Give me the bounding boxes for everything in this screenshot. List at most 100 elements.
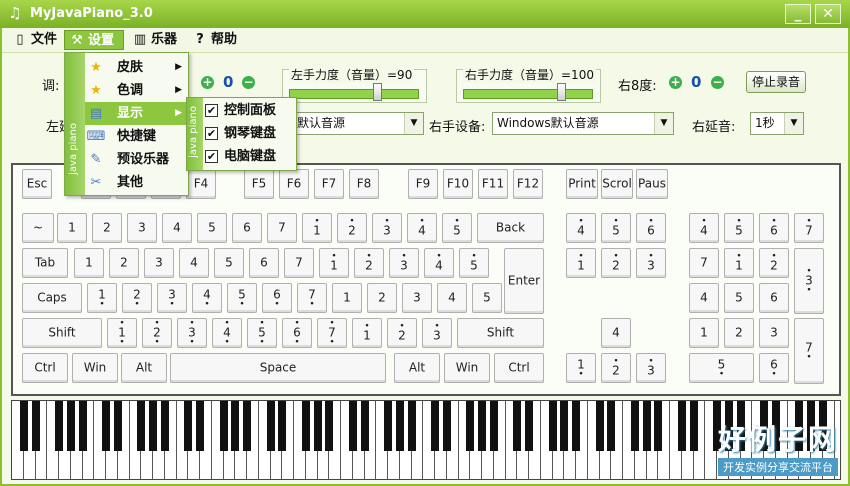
key-note[interactable]: • 2 [354,248,384,278]
key-esc[interactable]: Esc [22,169,52,199]
menu-help[interactable]: ? 帮助 [188,30,241,50]
key-nav[interactable]: • 4 [566,213,596,243]
piano-black-key[interactable] [478,401,486,451]
display-submenu-item-1[interactable]: ✔ 钢琴键盘 [205,122,295,145]
key-f12[interactable]: F12 [513,169,543,199]
settings-menu-item-0[interactable]: ★ 皮肤 ▶ [85,56,186,79]
key-paus[interactable]: Paus [636,169,668,199]
checkbox-icon[interactable]: ✔ [205,127,218,140]
key-numpad[interactable]: 5 • [689,353,754,383]
key-note[interactable]: 4 [437,283,467,313]
tune-minus-button[interactable]: − [242,76,255,89]
piano-black-key[interactable] [184,401,193,451]
piano-black-key[interactable] [489,401,498,451]
key-note[interactable]: • 5 • [247,318,277,348]
key-nav[interactable]: • 2 [601,248,631,278]
key-note[interactable]: 3 [127,213,157,243]
piano-black-key[interactable] [442,401,451,451]
checkbox-icon[interactable]: ✔ [205,150,218,163]
key-note[interactable]: 1 [332,283,362,313]
key-caps[interactable]: Caps [22,283,82,313]
key-note[interactable]: • 4 • [212,318,242,348]
piano-black-key[interactable] [348,401,357,451]
key-note[interactable]: 2 [92,213,122,243]
key-numpad[interactable]: 5 [724,283,754,313]
key-note[interactable]: 1 [57,213,87,243]
piano-black-key[interactable] [595,401,604,451]
key-nav[interactable]: • 2 [601,353,631,383]
key-numpad[interactable]: • 5 [724,213,754,243]
key-note[interactable]: 4 [179,248,209,278]
key-print[interactable]: Print [566,169,598,199]
piano-black-key[interactable] [55,401,63,451]
key-enter[interactable]: Enter [504,248,544,314]
key-f4[interactable]: F4 [186,169,216,199]
piano-black-key[interactable] [160,401,169,451]
key-nav[interactable]: • 5 [601,213,631,243]
right-force-thumb[interactable] [557,83,566,101]
key-back[interactable]: Back [477,213,544,243]
key-numpad[interactable]: • 6 [759,213,789,243]
stop-record-button[interactable]: 停止录音 [746,71,806,93]
key-numpad[interactable]: • 1 [724,248,754,278]
key-note[interactable]: • 5 [442,213,472,243]
piano-black-key[interactable] [513,401,522,451]
piano-black-key[interactable] [630,401,639,451]
key-note[interactable]: 6 [249,248,279,278]
key-note[interactable]: • 6 • [282,318,312,348]
key-note[interactable]: 6 [232,213,262,243]
key-note[interactable]: 7 [267,213,297,243]
key-note[interactable]: 4 [162,213,192,243]
key-note[interactable]: 1 • [87,283,117,313]
key-f7[interactable]: F7 [314,169,344,199]
piano-black-key[interactable] [407,401,416,451]
close-button[interactable]: ✕ [815,4,841,24]
piano-black-key[interactable] [231,401,240,451]
key-note[interactable]: 5 [214,248,244,278]
key-note[interactable]: 3 [402,283,432,313]
key-numpad[interactable]: 2 [724,318,754,348]
piano-black-key[interactable] [219,401,228,451]
key-tab[interactable]: Tab [22,248,68,278]
menu-file[interactable]: ▯ 文件 [8,30,61,50]
key-numpad[interactable]: • 3 • [794,248,824,314]
key-alt-right[interactable]: Alt [394,353,440,383]
key-note[interactable]: 6 • [262,283,292,313]
key-f5[interactable]: F5 [244,169,274,199]
tune-plus-button[interactable]: + [201,76,214,89]
key-note[interactable]: 1 [74,248,104,278]
piano-black-key[interactable] [301,401,310,451]
key-nav[interactable]: • 3 [636,353,666,383]
key-shift-right[interactable]: Shift [457,318,544,348]
piano-black-key[interactable] [525,401,533,451]
key-numpad[interactable]: • 4 [689,213,719,243]
key-scrol[interactable]: Scrol [601,169,633,199]
key-nav[interactable]: • 1 [566,248,596,278]
settings-menu-item-2[interactable]: ▤ 显示 ▶ [85,102,186,125]
key-shift-left[interactable]: Shift [22,318,102,348]
key-note[interactable]: 5 • [227,283,257,313]
left-force-slider[interactable]: 左手力度（音量）=90 [282,66,427,103]
key-note[interactable]: • 1 • [107,318,137,348]
settings-menu-item-5[interactable]: ✂ 其他 [85,171,186,194]
menu-settings[interactable]: ⚒ 设置 [64,30,124,50]
piano-black-key[interactable] [560,401,569,451]
right-force-slider[interactable]: 右手力度（音量）=100 [456,66,601,103]
key-f8[interactable]: F8 [349,169,379,199]
key-numpad[interactable]: 1 [689,318,719,348]
key-alt-left[interactable]: Alt [121,353,167,383]
piano-black-key[interactable] [137,401,146,451]
key-f10[interactable]: F10 [443,169,473,199]
key-win-right[interactable]: Win [444,353,490,383]
key-note[interactable]: • 1 [302,213,332,243]
right-device-select[interactable]: Windows默认音源 ▼ [492,112,674,135]
display-submenu-item-0[interactable]: ✔ 控制面板 [205,99,295,122]
key-note[interactable]: 4 • [192,283,222,313]
octave-minus-button[interactable]: − [711,76,724,89]
key-note[interactable]: • 7 • [317,318,347,348]
piano-black-key[interactable] [196,401,204,451]
key-note[interactable]: 2 • [122,283,152,313]
piano-black-key[interactable] [149,401,157,451]
key-note[interactable]: • 3 [422,318,452,348]
piano-black-key[interactable] [19,401,28,451]
